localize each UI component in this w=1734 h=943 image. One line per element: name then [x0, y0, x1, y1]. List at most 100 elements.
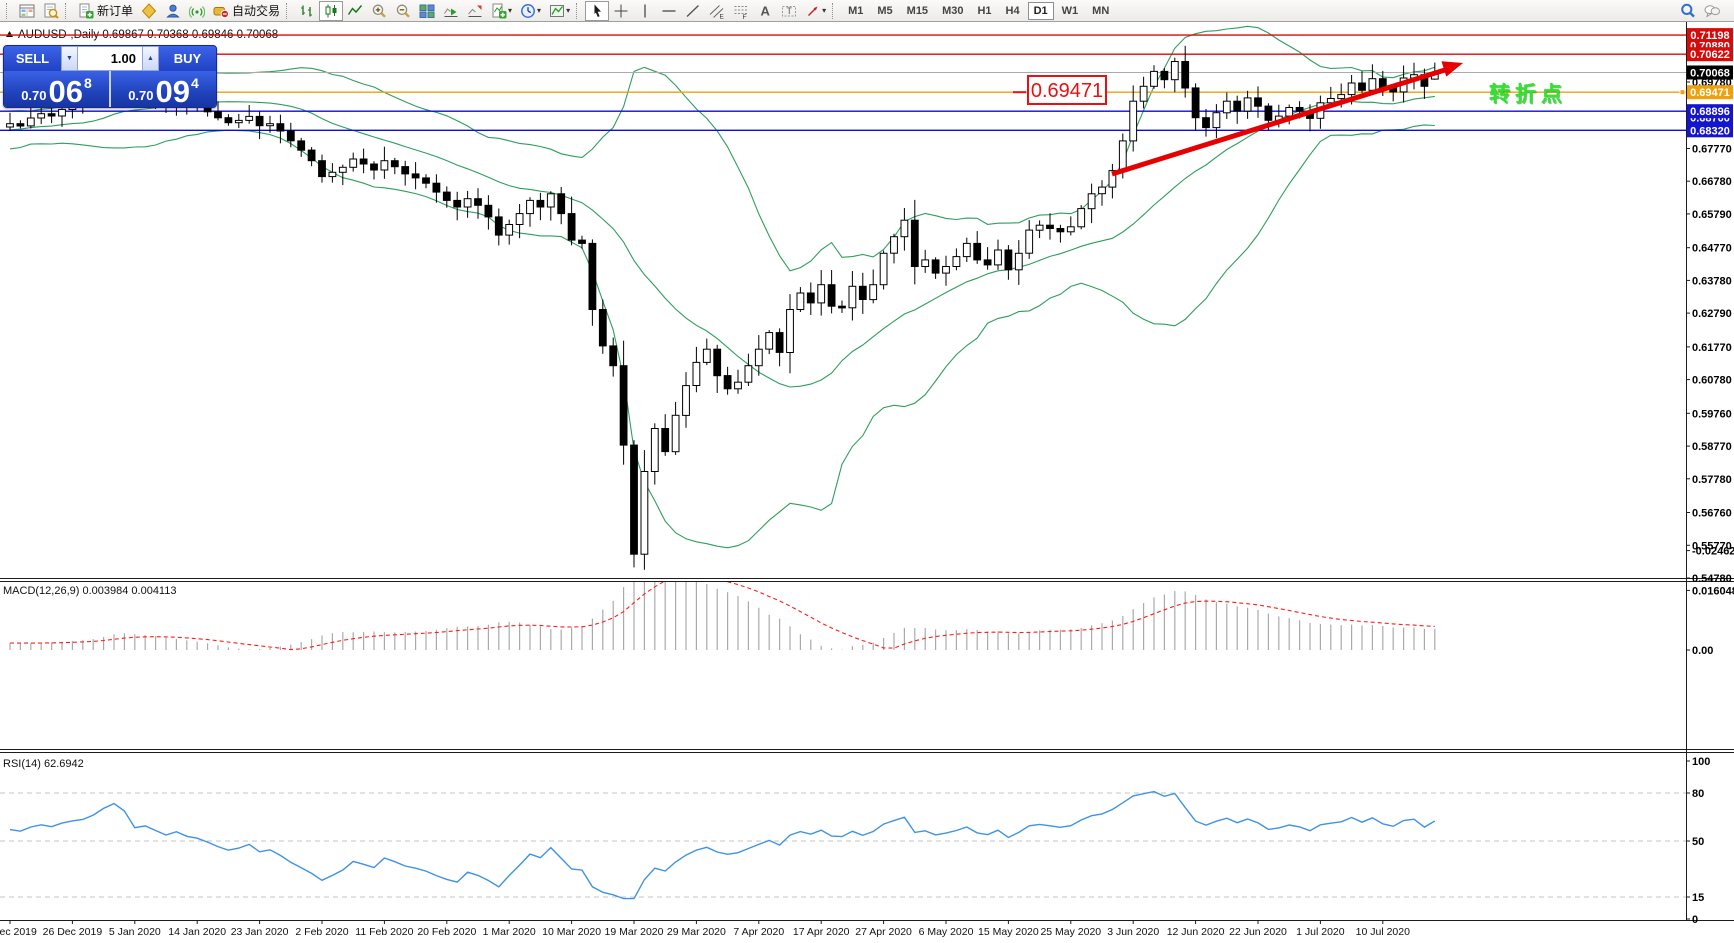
- timeframe-m30-button[interactable]: M30: [936, 2, 969, 20]
- svg-text:0.57780: 0.57780: [1692, 474, 1732, 486]
- toolbar-grip: [576, 3, 581, 19]
- svg-text:1 Jul 2020: 1 Jul 2020: [1296, 926, 1345, 938]
- buy-price-prefix: 0.70: [128, 88, 153, 103]
- templates-button[interactable]: ▾: [545, 1, 574, 21]
- indicators-button[interactable]: ▾: [487, 1, 516, 21]
- svg-text:0.59760: 0.59760: [1692, 408, 1732, 420]
- timeframe-mn-button[interactable]: MN: [1086, 2, 1115, 20]
- vertical-line-button[interactable]: [633, 1, 657, 21]
- price-flag-annotation[interactable]: 0.69471: [1013, 76, 1106, 104]
- autotrading-button[interactable]: 自动交易: [209, 1, 284, 21]
- signal-button[interactable]: [185, 1, 209, 21]
- timeframe-m5-button[interactable]: M5: [871, 2, 898, 20]
- svg-text:0.65790: 0.65790: [1692, 209, 1732, 221]
- rsi-indicator: [0, 792, 1686, 899]
- arrows-button[interactable]: ▾: [801, 1, 830, 21]
- timeframe-d1-button[interactable]: D1: [1028, 2, 1054, 20]
- auto-scroll-icon: [443, 3, 459, 19]
- autotrading-icon: [213, 3, 229, 19]
- crosshair-button[interactable]: [609, 1, 633, 21]
- svg-text:3 Jun 2020: 3 Jun 2020: [1107, 926, 1159, 938]
- search-button[interactable]: [1676, 1, 1700, 21]
- trade-panel-price-row: 0.70 06 8 0.70 09 4: [4, 71, 216, 108]
- text-button[interactable]: A: [753, 1, 777, 21]
- terminal-window: 新订单自动交易▾▾▾EFAT▾M1M5M15M30H1H4D1W1MN AUDU…: [0, 0, 1734, 943]
- svg-text:80: 80: [1692, 788, 1704, 800]
- svg-text:15 May 2020: 15 May 2020: [978, 926, 1039, 938]
- svg-text:0.70622: 0.70622: [1690, 49, 1730, 61]
- periods-button[interactable]: ▾: [516, 1, 545, 21]
- zoom-out-icon: [395, 3, 411, 19]
- zoom-in-button[interactable]: [367, 1, 391, 21]
- trendline-icon: [685, 3, 701, 19]
- trendline-button[interactable]: [681, 1, 705, 21]
- chart-line-button[interactable]: [343, 1, 367, 21]
- timeframe-h1-button[interactable]: H1: [971, 2, 997, 20]
- svg-text:22 Jun 2020: 22 Jun 2020: [1229, 926, 1287, 938]
- sell-price-button[interactable]: 0.70 06 8: [4, 71, 109, 108]
- svg-text:100: 100: [1692, 756, 1710, 768]
- svg-text:-0.024625: -0.024625: [1692, 546, 1734, 558]
- horizontal-line-button[interactable]: [657, 1, 681, 21]
- chart-bars-button[interactable]: [295, 1, 319, 21]
- chart-candles-icon: [323, 3, 339, 19]
- pane-separator[interactable]: [0, 579, 1734, 921]
- chat-button[interactable]: [1700, 1, 1724, 21]
- new-order-button[interactable]: 新订单: [74, 1, 137, 21]
- macd-label: MACD(12,26,9) 0.003984 0.004113: [3, 585, 176, 597]
- channel-button[interactable]: E: [705, 1, 729, 21]
- svg-text:0.70068: 0.70068: [1690, 68, 1730, 80]
- bollinger-upper-band: [10, 26, 1435, 270]
- time-axis[interactable]: 7 Dec 201926 Dec 20195 Jan 202014 Jan 20…: [0, 920, 1410, 938]
- search-icon: [1680, 3, 1696, 19]
- svg-text:25 May 2020: 25 May 2020: [1040, 926, 1101, 938]
- channel-icon: E: [709, 3, 725, 19]
- data-window-icon: [43, 3, 59, 19]
- svg-text:0.63780: 0.63780: [1692, 275, 1732, 287]
- volume-input[interactable]: 1.00: [78, 46, 142, 71]
- svg-text:23 Jan 2020: 23 Jan 2020: [231, 926, 289, 938]
- rsi-label: RSI(14) 62.6942: [3, 758, 84, 770]
- buy-button[interactable]: BUY: [159, 46, 216, 71]
- svg-text:50: 50: [1692, 836, 1704, 848]
- svg-text:0.61770: 0.61770: [1692, 342, 1732, 354]
- chart-area[interactable]: AUDUSD-,Daily 0.69867 0.70368 0.69846 0.…: [0, 22, 1734, 943]
- volume-decrease-button[interactable]: ▼: [61, 46, 78, 71]
- buy-price-button[interactable]: 0.70 09 4: [111, 71, 216, 108]
- rsi-line: [10, 792, 1435, 899]
- market-watch-button[interactable]: [15, 1, 39, 21]
- svg-text:0.62790: 0.62790: [1692, 308, 1732, 320]
- svg-text:2 Feb 2020: 2 Feb 2020: [295, 926, 348, 938]
- buy-price-sup: 4: [191, 75, 199, 91]
- svg-text:7 Apr 2020: 7 Apr 2020: [733, 926, 784, 938]
- metaeditor-button[interactable]: [137, 1, 161, 21]
- price-axis[interactable]: 0.697800.677700.667800.657900.647700.637…: [1680, 28, 1734, 926]
- tile-windows-button[interactable]: [415, 1, 439, 21]
- turning-point-label[interactable]: 转折点转折点: [1489, 82, 1568, 107]
- timeframe-m1-button[interactable]: M1: [842, 2, 869, 20]
- fibonacci-button[interactable]: F: [729, 1, 753, 21]
- timeframe-m15-button[interactable]: M15: [901, 2, 934, 20]
- chart-shift-button[interactable]: [463, 1, 487, 21]
- timeframe-w1-button[interactable]: W1: [1056, 2, 1085, 20]
- toolbar-grip: [832, 3, 837, 19]
- macd-signal-line: [10, 575, 1435, 650]
- cursor-button[interactable]: [585, 1, 609, 21]
- sell-button[interactable]: SELL: [4, 46, 61, 71]
- volume-increase-button[interactable]: ▲: [142, 46, 159, 71]
- timeframe-h4-button[interactable]: H4: [1000, 2, 1026, 20]
- text-label-button[interactable]: T: [777, 1, 801, 21]
- zoom-out-button[interactable]: [391, 1, 415, 21]
- caret-down-icon: ▾: [822, 6, 826, 15]
- data-window-button[interactable]: [39, 1, 63, 21]
- community-button[interactable]: [161, 1, 185, 21]
- svg-text:A: A: [761, 3, 771, 18]
- svg-text:E: E: [720, 13, 725, 19]
- text-icon: A: [757, 3, 773, 19]
- svg-text:0.71198: 0.71198: [1690, 30, 1729, 42]
- chart-candles-button[interactable]: [319, 1, 343, 21]
- svg-text:10 Jul 2020: 10 Jul 2020: [1356, 926, 1410, 938]
- svg-text:0.54780: 0.54780: [1692, 573, 1732, 585]
- svg-text:0.58770: 0.58770: [1692, 441, 1732, 453]
- auto-scroll-button[interactable]: [439, 1, 463, 21]
